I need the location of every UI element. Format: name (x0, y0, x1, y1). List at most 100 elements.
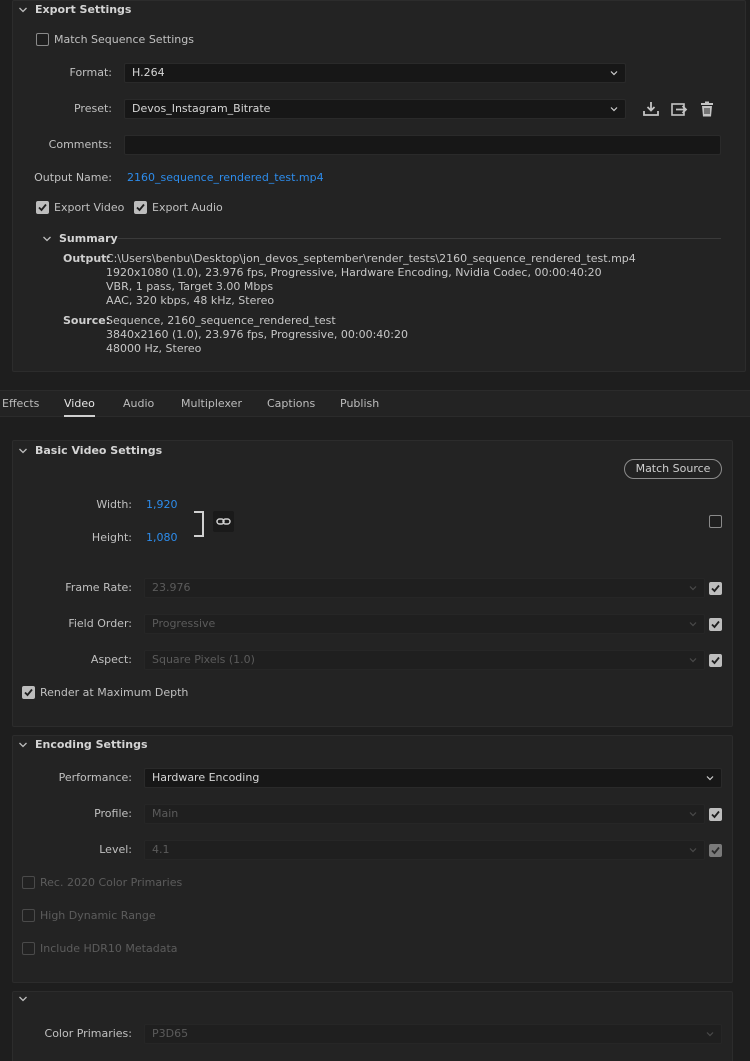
frame-rate-dropdown[interactable]: 23.976 (144, 578, 705, 598)
chevron-down-icon (18, 740, 28, 750)
tab-bar: Effects Video Audio Multiplexer Captions… (0, 390, 750, 417)
hdr-checkbox[interactable] (22, 909, 35, 922)
summary-output-label: Output: (63, 252, 111, 265)
chevron-down-icon (689, 812, 697, 817)
profile-value: Main (152, 807, 179, 820)
aspect-link-bracket (194, 511, 204, 537)
chevron-down-icon (18, 446, 28, 456)
chain-link-icon[interactable] (213, 511, 234, 532)
color-primaries-value: P3D65 (152, 1027, 189, 1040)
format-value: H.264 (132, 66, 165, 79)
export-settings-header[interactable]: Export Settings (18, 3, 131, 16)
hdr10-checkbox[interactable] (22, 942, 35, 955)
hdr10-label: Include HDR10 Metadata (40, 942, 178, 955)
comments-label: Comments: (48, 138, 112, 151)
match-sequence-label: Match Sequence Settings (54, 33, 194, 46)
color-header[interactable] (18, 994, 28, 1004)
format-label: Format: (69, 66, 112, 79)
delete-preset-icon[interactable] (698, 100, 716, 118)
match-sequence-checkbox[interactable] (36, 33, 49, 46)
summary-source-line: 3840x2160 (1.0), 23.976 fps, Progressive… (106, 328, 409, 341)
resize-checkbox[interactable] (709, 515, 722, 528)
chevron-down-icon (18, 5, 28, 15)
summary-header[interactable]: Summary (42, 232, 118, 245)
field-order-value: Progressive (152, 617, 216, 630)
color-primaries-label: Color Primaries: (44, 1027, 132, 1040)
profile-label: Profile: (94, 807, 132, 820)
hdr-label: High Dynamic Range (40, 909, 156, 922)
chevron-down-icon (689, 622, 697, 627)
chevron-down-icon (689, 658, 697, 663)
export-audio-label: Export Audio (152, 201, 223, 214)
encoding-title: Encoding Settings (35, 738, 148, 751)
level-value: 4.1 (152, 843, 170, 856)
level-label: Level: (99, 843, 132, 856)
preset-value: Devos_Instagram_Bitrate (132, 102, 271, 115)
width-label: Width: (96, 498, 132, 511)
import-preset-icon[interactable] (670, 100, 688, 118)
performance-label: Performance: (58, 771, 132, 784)
summary-source-label: Source: (63, 314, 111, 327)
export-settings-title: Export Settings (35, 3, 132, 16)
summary-source-line: 48000 Hz, Stereo (106, 342, 202, 355)
basic-video-header[interactable]: Basic Video Settings (18, 444, 162, 457)
frame-rate-label: Frame Rate: (65, 581, 132, 594)
summary-source-line: Sequence, 2160_sequence_rendered_test (106, 314, 336, 327)
summary-title: Summary (59, 232, 118, 245)
chevron-down-icon (689, 848, 697, 853)
height-label: Height: (91, 531, 132, 544)
chevron-down-icon (610, 107, 618, 112)
output-name-label: Output Name: (34, 171, 112, 184)
encoding-header[interactable]: Encoding Settings (18, 738, 148, 751)
color-primaries-dropdown[interactable]: P3D65 (144, 1024, 722, 1044)
aspect-value: Square Pixels (1.0) (152, 653, 255, 666)
export-video-label: Export Video (54, 201, 125, 214)
chevron-down-icon (689, 586, 697, 591)
aspect-label: Aspect: (90, 653, 132, 666)
tab-audio[interactable]: Audio (123, 397, 154, 410)
tab-video[interactable]: Video (64, 397, 95, 417)
frame-rate-checkbox[interactable] (709, 582, 722, 595)
chevron-down-icon (18, 994, 28, 1004)
level-dropdown[interactable]: 4.1 (144, 840, 705, 860)
render-max-depth-checkbox[interactable] (22, 686, 35, 699)
render-max-depth-label: Render at Maximum Depth (40, 686, 189, 699)
summary-output-line: 1920x1080 (1.0), 23.976 fps, Progressive… (106, 266, 602, 279)
field-order-label: Field Order: (68, 617, 132, 630)
summary-output-line: C:\Users\benbu\Desktop\jon_devos_septemb… (106, 252, 636, 265)
tab-multiplexer[interactable]: Multiplexer (181, 397, 242, 410)
format-dropdown[interactable]: H.264 (124, 63, 626, 83)
preset-dropdown[interactable]: Devos_Instagram_Bitrate (124, 99, 626, 119)
performance-dropdown[interactable]: Hardware Encoding (144, 768, 722, 788)
level-checkbox[interactable] (709, 844, 722, 857)
summary-output-line: AAC, 320 kbps, 48 kHz, Stereo (106, 294, 275, 307)
match-source-button[interactable]: Match Source (624, 459, 722, 479)
rec2020-label: Rec. 2020 Color Primaries (40, 876, 183, 889)
height-value[interactable]: 1,080 (146, 531, 178, 544)
summary-output-line: VBR, 1 pass, Target 3.00 Mbps (106, 280, 274, 293)
profile-dropdown[interactable]: Main (144, 804, 705, 824)
export-video-checkbox[interactable] (36, 201, 49, 214)
chevron-down-icon (706, 1032, 714, 1037)
aspect-checkbox[interactable] (709, 654, 722, 667)
save-preset-icon[interactable] (642, 100, 660, 118)
profile-checkbox[interactable] (709, 808, 722, 821)
field-order-checkbox[interactable] (709, 618, 722, 631)
frame-rate-value: 23.976 (152, 581, 191, 594)
export-audio-checkbox[interactable] (134, 201, 147, 214)
chevron-down-icon (610, 71, 618, 76)
output-name-link[interactable]: 2160_sequence_rendered_test.mp4 (127, 171, 324, 184)
tab-captions[interactable]: Captions (267, 397, 315, 410)
summary-divider (118, 238, 721, 239)
tab-effects[interactable]: Effects (2, 397, 39, 410)
preset-label: Preset: (73, 102, 112, 115)
field-order-dropdown[interactable]: Progressive (144, 614, 705, 634)
width-value[interactable]: 1,920 (146, 498, 178, 511)
chevron-down-icon (42, 234, 52, 244)
aspect-dropdown[interactable]: Square Pixels (1.0) (144, 650, 705, 670)
basic-video-title: Basic Video Settings (35, 444, 163, 457)
comments-input[interactable] (124, 135, 721, 155)
rec2020-checkbox[interactable] (22, 876, 35, 889)
performance-value: Hardware Encoding (152, 771, 260, 784)
tab-publish[interactable]: Publish (340, 397, 379, 410)
